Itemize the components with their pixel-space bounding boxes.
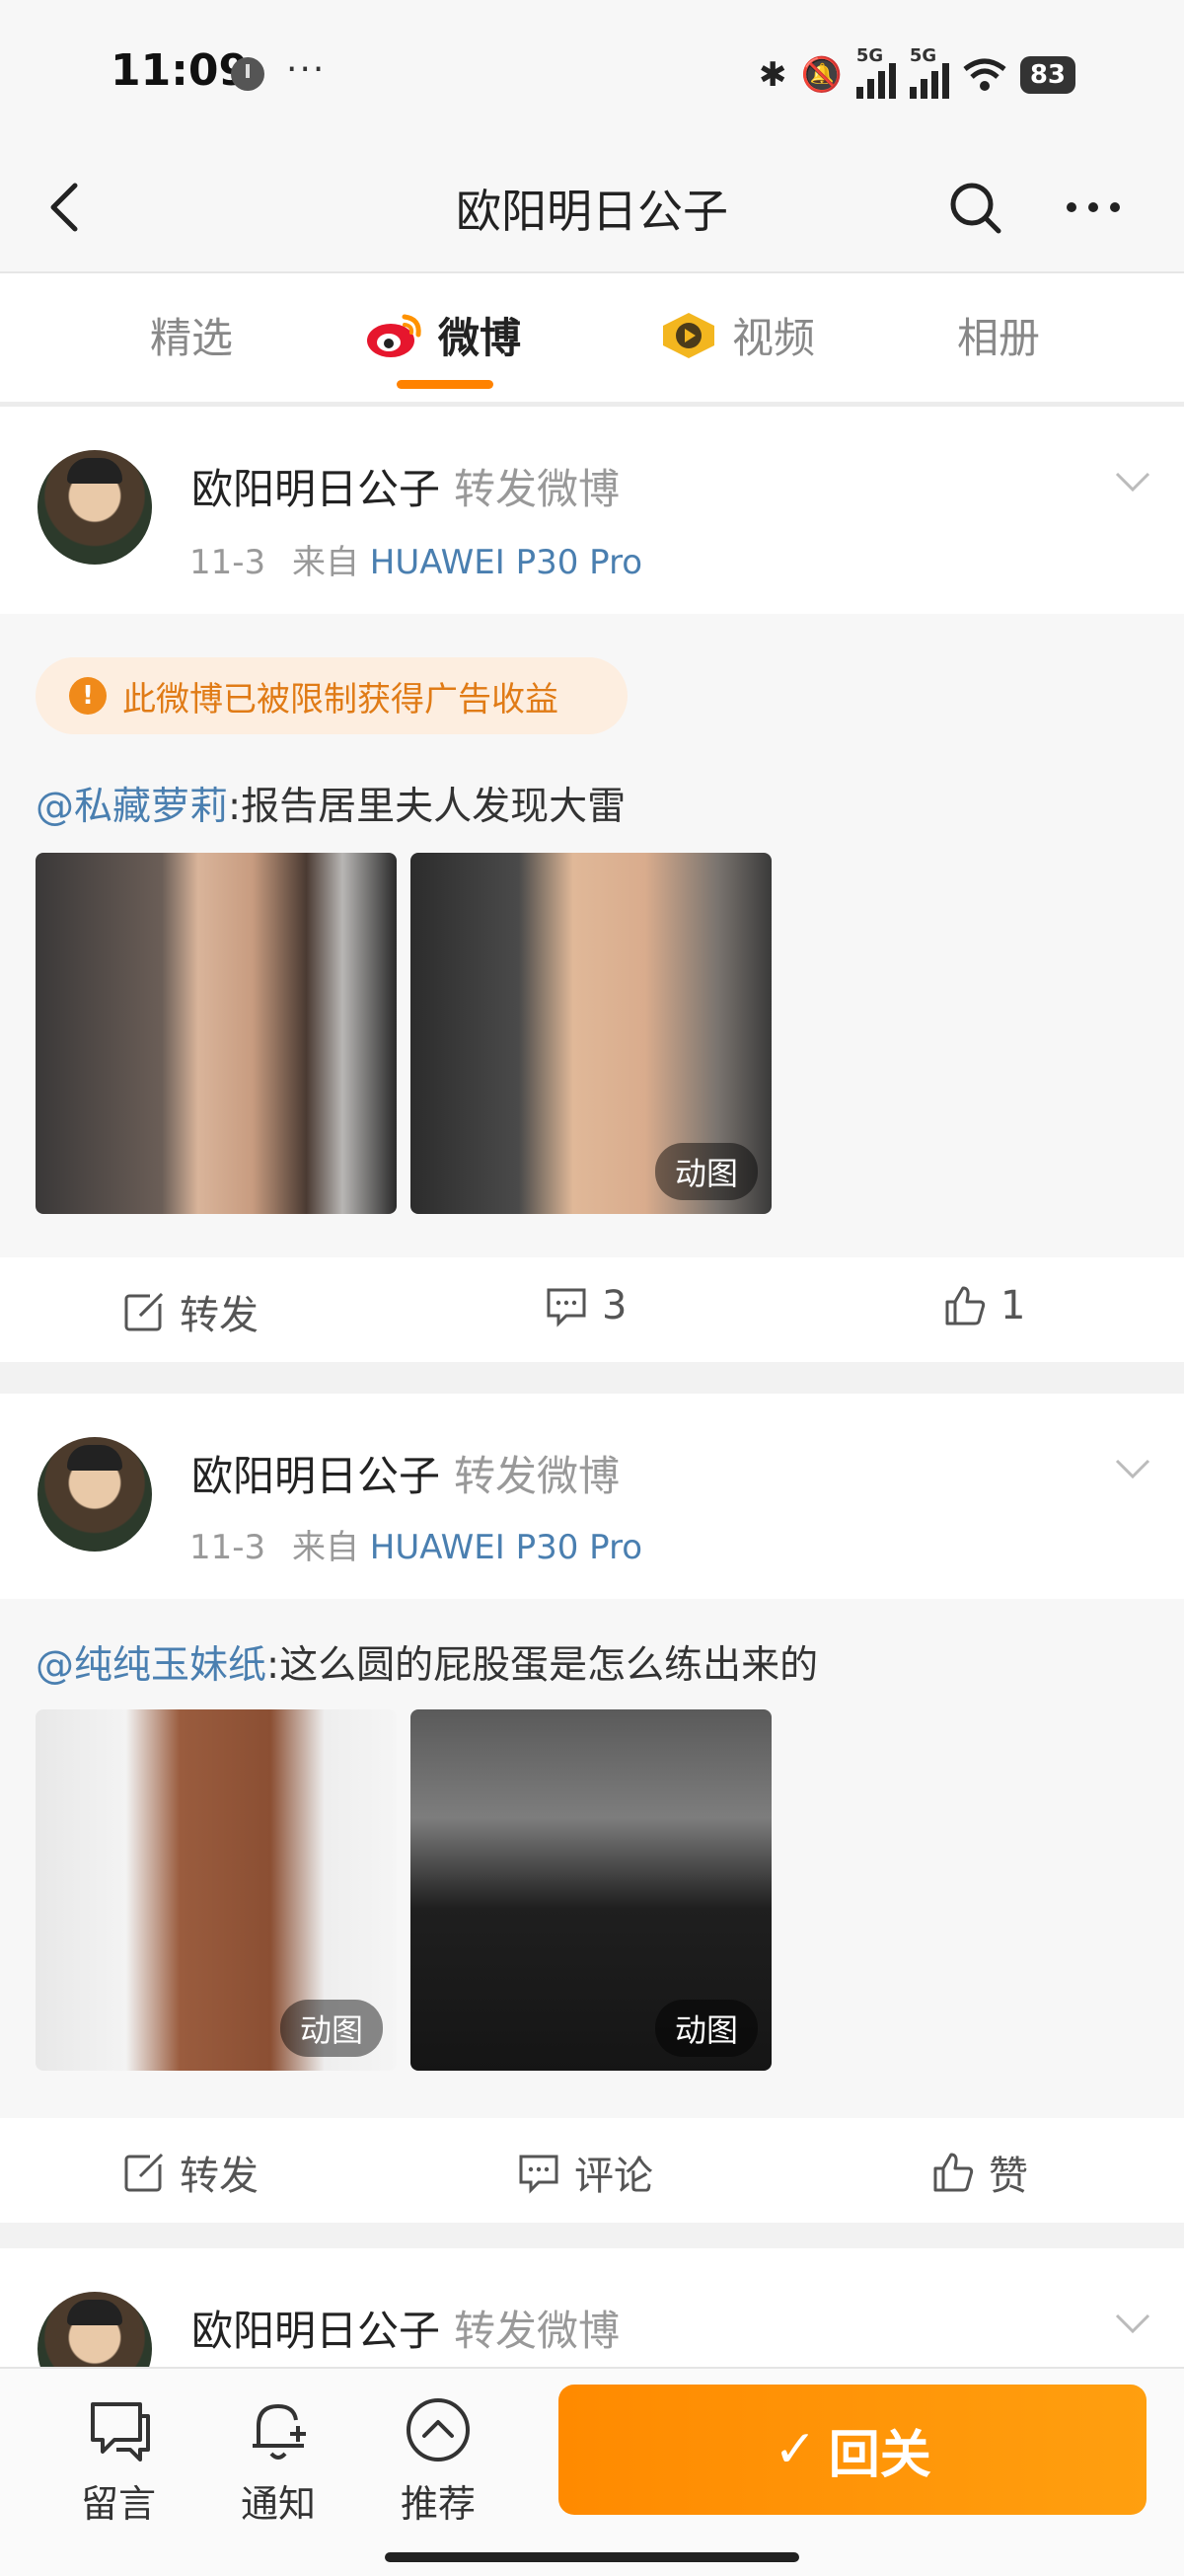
repost-text: @纯纯玉妹纸:这么圆的屁股蛋是怎么练出来的 <box>36 1643 819 1688</box>
post-action-label: 转发微博 <box>454 1452 621 1500</box>
repost-button[interactable]: 转发 <box>122 1283 259 1340</box>
recommend-button[interactable]: 推荐 <box>379 2390 497 2528</box>
like-button[interactable]: 赞 <box>931 2144 1028 2201</box>
avatar[interactable] <box>37 450 152 565</box>
home-indicator[interactable] <box>385 2552 799 2562</box>
status-bar: 11:09 ··· ✱ 🔕 5G 5G 83 <box>0 0 1184 148</box>
page-title: 欧阳明日公子 <box>456 185 728 238</box>
repost-button[interactable]: 转发 <box>122 2144 259 2201</box>
post-source[interactable]: HUAWEI P30 Pro <box>370 1528 642 1567</box>
post-image[interactable]: 动图 <box>36 1709 397 2071</box>
tab-album[interactable]: 相册 <box>957 305 1040 365</box>
chevron-down-icon[interactable] <box>1111 460 1154 503</box>
mention-link[interactable]: @纯纯玉妹纸 <box>36 1643 266 1688</box>
repost-content[interactable]: ! 此微博已被限制获得广告收益 @私藏萝莉:报告居里夫人发现大雷 动图 <box>0 614 1184 1257</box>
weibo-logo-icon <box>367 314 421 357</box>
comment-icon <box>519 2155 558 2194</box>
ad-restriction-badge: ! 此微博已被限制获得广告收益 <box>36 657 628 734</box>
gif-badge: 动图 <box>654 1143 758 1200</box>
like-count: 1 <box>1000 1283 1026 1328</box>
post-image[interactable] <box>36 853 397 1214</box>
alarm-clock-icon <box>231 57 264 91</box>
post-from-label: 来自 <box>291 543 359 582</box>
status-more-dots: ··· <box>286 49 327 90</box>
post-author[interactable]: 欧阳明日公子 <box>191 1452 440 1500</box>
post-from-label: 来自 <box>291 1528 359 1567</box>
thumbs-up-icon <box>945 1286 986 1326</box>
post-action-bar: 转发 评论 赞 <box>0 2118 1184 2223</box>
post-author[interactable]: 欧阳明日公子 <box>191 465 440 513</box>
like-button[interactable]: 1 <box>943 1283 1025 1328</box>
active-tab-indicator <box>397 380 493 389</box>
status-time: 11:09 <box>111 45 250 96</box>
post-header[interactable]: 欧阳明日公子 转发微博 11-3 来自 HUAWEI P30 Pro <box>0 1394 1184 1599</box>
mention-link[interactable]: @私藏萝莉 <box>36 785 228 829</box>
top-nav-bar: 欧阳明日公子 <box>0 148 1184 273</box>
comment-count: 3 <box>602 1283 628 1328</box>
repost-text: @私藏萝莉:报告居里夫人发现大雷 <box>36 785 627 829</box>
notify-button[interactable]: 通知 <box>219 2390 337 2528</box>
video-play-icon <box>663 312 714 358</box>
comment-button[interactable]: 评论 <box>517 2144 653 2201</box>
tab-video[interactable]: 视频 <box>659 305 815 365</box>
info-icon: ! <box>69 677 107 715</box>
gif-badge: 动图 <box>279 2000 383 2057</box>
post-header[interactable]: 欧阳明日公子 转发微博 11-3 来自 HUAWEI P30 Pro <box>0 407 1184 614</box>
status-icons: ✱ 🔕 5G 5G 83 <box>758 45 1075 99</box>
wifi-icon <box>963 58 1006 91</box>
checkmark-icon: ✓ <box>774 2420 817 2479</box>
post-image[interactable]: 动图 <box>410 853 772 1214</box>
post-header[interactable]: 欧阳明日公子 转发微博 <box>0 2248 1184 2367</box>
avatar[interactable] <box>37 1437 152 1552</box>
chevron-up-circle-icon <box>407 2398 470 2462</box>
repost-content[interactable]: @纯纯玉妹纸:这么圆的屁股蛋是怎么练出来的 动图 动图 <box>0 1599 1184 2118</box>
more-icon[interactable] <box>1064 178 1123 237</box>
tab-featured[interactable]: 精选 <box>150 305 233 365</box>
bottom-action-bar: 留言 通知 推荐 ✓ 回关 <box>0 2367 1184 2576</box>
profile-tabs: 精选 微博 视频 相册 <box>0 273 1184 408</box>
message-icon <box>91 2402 150 2462</box>
post-action-label: 转发微博 <box>454 465 621 513</box>
signal-icon-2: 5G <box>909 45 949 99</box>
repost-icon <box>124 1290 166 1331</box>
repost-icon <box>124 2151 166 2192</box>
post-source[interactable]: HUAWEI P30 Pro <box>370 543 642 582</box>
search-icon[interactable] <box>945 178 1004 237</box>
battery-indicator: 83 <box>1019 56 1075 94</box>
post-action-bar: 转发 3 1 <box>0 1257 1184 1362</box>
post-date: 11-3 <box>189 543 266 582</box>
post-date: 11-3 <box>189 1528 266 1567</box>
comment-button[interactable]: 3 <box>545 1283 627 1328</box>
mute-bell-icon: 🔕 <box>800 55 843 95</box>
comment-icon <box>547 1288 586 1327</box>
chevron-down-icon[interactable] <box>1111 2302 1154 2345</box>
post-action-label: 转发微博 <box>454 2307 621 2355</box>
gif-badge: 动图 <box>654 2000 758 2057</box>
follow-back-button[interactable]: ✓ 回关 <box>558 2385 1147 2515</box>
avatar[interactable] <box>37 2292 152 2367</box>
chevron-down-icon[interactable] <box>1111 1447 1154 1490</box>
signal-icon: 5G <box>855 45 896 99</box>
bell-plus-icon <box>253 2403 306 2460</box>
thumbs-up-icon <box>933 2153 974 2192</box>
post-image[interactable]: 动图 <box>410 1709 772 2071</box>
message-button[interactable]: 留言 <box>59 2390 178 2528</box>
post-author[interactable]: 欧阳明日公子 <box>191 2307 440 2355</box>
tab-weibo[interactable]: 微博 <box>365 305 521 365</box>
bluetooth-icon: ✱ <box>758 55 787 95</box>
